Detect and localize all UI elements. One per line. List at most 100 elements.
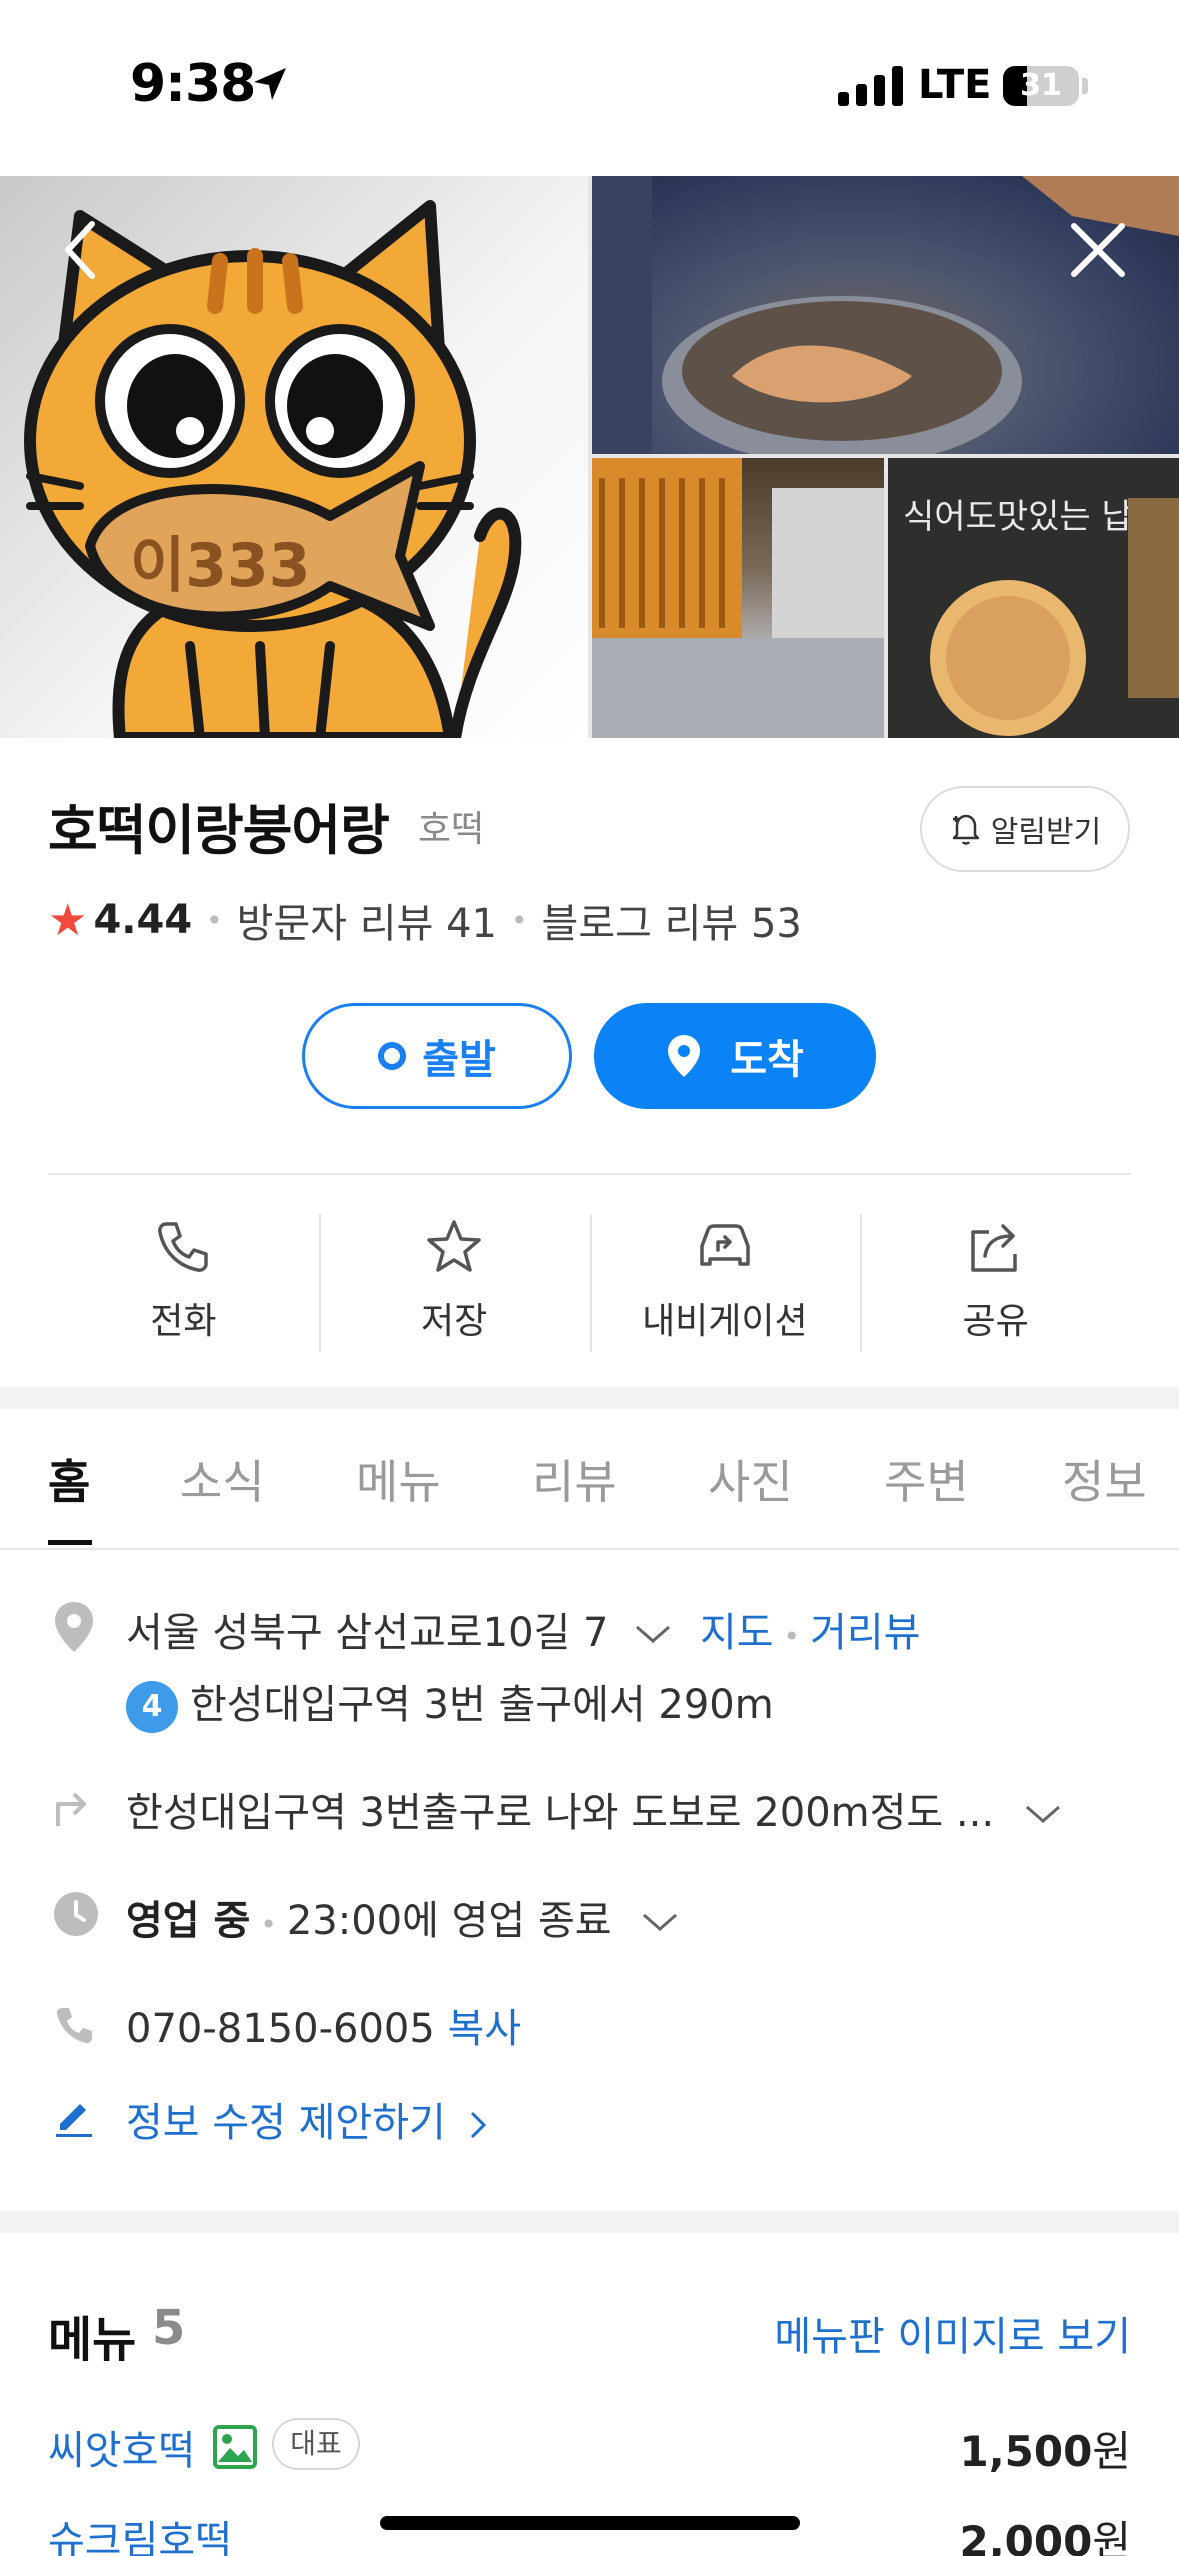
open-status: 영업 중: [126, 1898, 251, 1944]
separator-dot: •: [260, 1908, 277, 1941]
phone-number[interactable]: 070-8150-6005: [126, 2006, 435, 2052]
depart-button[interactable]: 출발: [302, 1003, 572, 1109]
menu-item-price: 1,500원: [960, 2418, 1132, 2479]
directions-row[interactable]: 한성대입구역 3번출구로 나와 도보로 200m정도 ...: [126, 1780, 1063, 1838]
rating-row: ★ 4.44 • 방문자 리뷰 41 • 블로그 리뷰 53: [48, 892, 802, 948]
directions-turn-icon: [56, 1792, 86, 1826]
separator-dot: •: [511, 903, 528, 937]
place-name: 호떡이랑붕어랑: [48, 799, 390, 862]
fish-bread-text: 이333: [130, 531, 310, 601]
address-text[interactable]: 서울 성북구 삼선교로10길 7: [126, 1610, 609, 1656]
close-icon[interactable]: [1058, 210, 1138, 290]
chevron-down-icon[interactable]: [633, 1623, 673, 1647]
navigation-action[interactable]: 내비게이션: [589, 1210, 861, 1352]
price-unit: 원: [1092, 2427, 1131, 2476]
visitor-reviews-link[interactable]: 방문자 리뷰 41: [237, 891, 497, 949]
map-link[interactable]: 지도: [700, 1610, 774, 1656]
bell-plus-icon: [952, 814, 980, 845]
menu-count: 5: [152, 2300, 186, 2356]
share-action[interactable]: 공유: [860, 1210, 1131, 1352]
divider: [48, 1173, 1131, 1175]
status-bar: 9:38 LTE 31: [0, 0, 1179, 176]
alarm-button[interactable]: 알림받기: [920, 786, 1130, 872]
subway-text: 한성대입구역 3번 출구에서 290m: [190, 1682, 774, 1728]
tab-nearby[interactable]: 주변: [884, 1446, 969, 1512]
section-band: [0, 1387, 1179, 1409]
network-type: LTE: [918, 62, 992, 108]
hours-row[interactable]: 영업 중 • 23:00에 영업 종료: [126, 1888, 680, 1946]
tab-news[interactable]: 소식: [180, 1446, 265, 1512]
menu-item-name[interactable]: 씨앗호떡: [48, 2418, 195, 2476]
subway-row: 4 한성대입구역 3번 출구에서 290m: [126, 1672, 774, 1733]
tab-divider: [0, 1548, 1179, 1550]
phone-small-icon: [56, 2008, 92, 2044]
map-pin-icon: [668, 1035, 701, 1077]
navigation-label: 내비게이션: [642, 1301, 808, 1342]
address-row: 서울 성북구 삼선교로10길 7 지도 • 거리뷰: [126, 1600, 920, 1658]
chevron-right-icon: [470, 2111, 486, 2139]
tab-menu[interactable]: 메뉴: [356, 1446, 441, 1512]
save-label: 저장: [421, 1301, 488, 1342]
arrive-button[interactable]: 도착: [594, 1003, 876, 1109]
place-category: 호떡: [418, 809, 485, 850]
tab-info[interactable]: 정보: [1062, 1446, 1147, 1512]
save-action[interactable]: 저장: [318, 1210, 590, 1352]
chevron-down-icon[interactable]: [1023, 1803, 1063, 1827]
call-label: 전화: [150, 1301, 217, 1342]
menu-item-price: 2,000원: [960, 2508, 1132, 2556]
phone-icon: [158, 1222, 209, 1272]
separator-dot: •: [783, 1620, 801, 1653]
tab-home[interactable]: 홈: [48, 1446, 90, 1512]
alarm-label: 알림받기: [990, 815, 1102, 850]
phone-row: 070-8150-6005 복사: [126, 1996, 521, 2054]
street-view-link[interactable]: 거리뷰: [810, 1610, 920, 1656]
arrive-label: 도착: [730, 1037, 804, 1083]
photo-hotteok-stack[interactable]: [592, 458, 884, 738]
rating-score: 4.44: [93, 897, 193, 943]
battery-nub: [1082, 78, 1088, 94]
section-band: [0, 2211, 1179, 2233]
home-indicator: [380, 2516, 800, 2530]
clock-icon: [54, 1892, 98, 1936]
cellular-signal-icon: [838, 66, 903, 106]
chevron-down-icon[interactable]: [640, 1911, 680, 1935]
hours-text: 23:00에 영업 종료: [286, 1898, 612, 1944]
back-chevron-icon[interactable]: [40, 210, 120, 290]
menu-item-name[interactable]: 슈크림호떡: [48, 2508, 232, 2556]
origin-dot-icon: [378, 1042, 407, 1070]
battery-icon: 31: [1003, 66, 1079, 106]
call-action[interactable]: 전화: [48, 1210, 319, 1350]
photo-icon[interactable]: [212, 2424, 258, 2470]
status-time: 9:38: [130, 54, 256, 114]
share-label: 공유: [962, 1301, 1029, 1342]
representative-badge: 대표: [272, 2418, 360, 2470]
price-value: 1,500: [959, 2427, 1093, 2476]
photo-stack-illustration: [592, 458, 884, 738]
directions-text: 한성대입구역 3번출구로 나와 도보로 200m정도 ...: [126, 1790, 995, 1836]
photo-chalkboard-sign[interactable]: 식어도맛있는 납작씨앗호떡: [888, 458, 1179, 738]
blog-reviews-link[interactable]: 블로그 리뷰 53: [542, 891, 802, 949]
tab-active-indicator: [48, 1540, 92, 1545]
location-arrow-icon: [254, 68, 286, 100]
photo-sign-illustration: 식어도맛있는 납작씨앗호떡: [888, 458, 1179, 738]
suggest-edit-label: 정보 수정 제안하기: [126, 2100, 446, 2146]
price-value: 2,000: [959, 2517, 1093, 2556]
star-icon: ★: [48, 894, 88, 946]
share-icon: [970, 1224, 1017, 1272]
car-icon: [700, 1224, 750, 1266]
depart-label: 출발: [422, 1037, 496, 1083]
star-outline-icon: [427, 1220, 481, 1272]
menu-board-link[interactable]: 메뉴판 이미지로 보기: [774, 2304, 1131, 2362]
action-bar: 전화 저장 내비게이션 공유: [48, 1210, 1131, 1352]
price-unit: 원: [1092, 2517, 1131, 2556]
pencil-icon: [56, 2104, 92, 2137]
copy-button[interactable]: 복사: [448, 2006, 522, 2052]
battery-percent: 31: [1020, 68, 1062, 103]
menu-section-title: 메뉴: [48, 2312, 137, 2368]
suggest-edit-link[interactable]: 정보 수정 제안하기: [126, 2090, 489, 2148]
separator-dot: •: [206, 903, 223, 937]
location-pin-icon: [55, 1602, 93, 1652]
photo-gallery[interactable]: 이333 식어도맛있는 납작씨앗호떡: [0, 176, 1179, 738]
tab-review[interactable]: 리뷰: [532, 1446, 617, 1512]
tab-photo[interactable]: 사진: [708, 1446, 793, 1512]
